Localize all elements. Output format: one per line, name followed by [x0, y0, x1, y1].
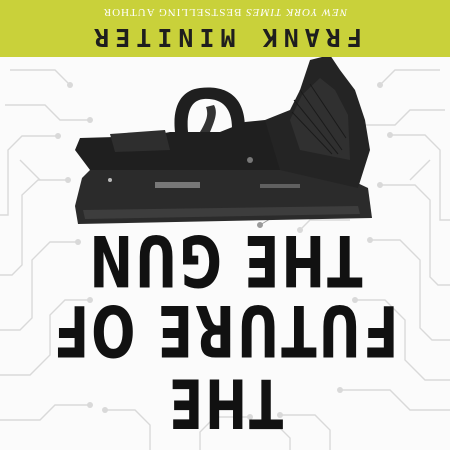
cover-content: THE FUTURE OF THE GUN FRANK MINITER NEW …: [0, 0, 450, 450]
tagline-rest: BESTSELLING AUTHOR: [102, 6, 246, 18]
tagline-newspaper: NEW YORK TIMES: [245, 6, 348, 18]
book-cover: THE FUTURE OF THE GUN FRANK MINITER NEW …: [0, 0, 450, 450]
author-name: FRANK MINITER: [88, 23, 362, 52]
handgun-illustration: [75, 55, 372, 228]
author-tagline: NEW YORK TIMES BESTSELLING AUTHOR: [0, 6, 450, 18]
